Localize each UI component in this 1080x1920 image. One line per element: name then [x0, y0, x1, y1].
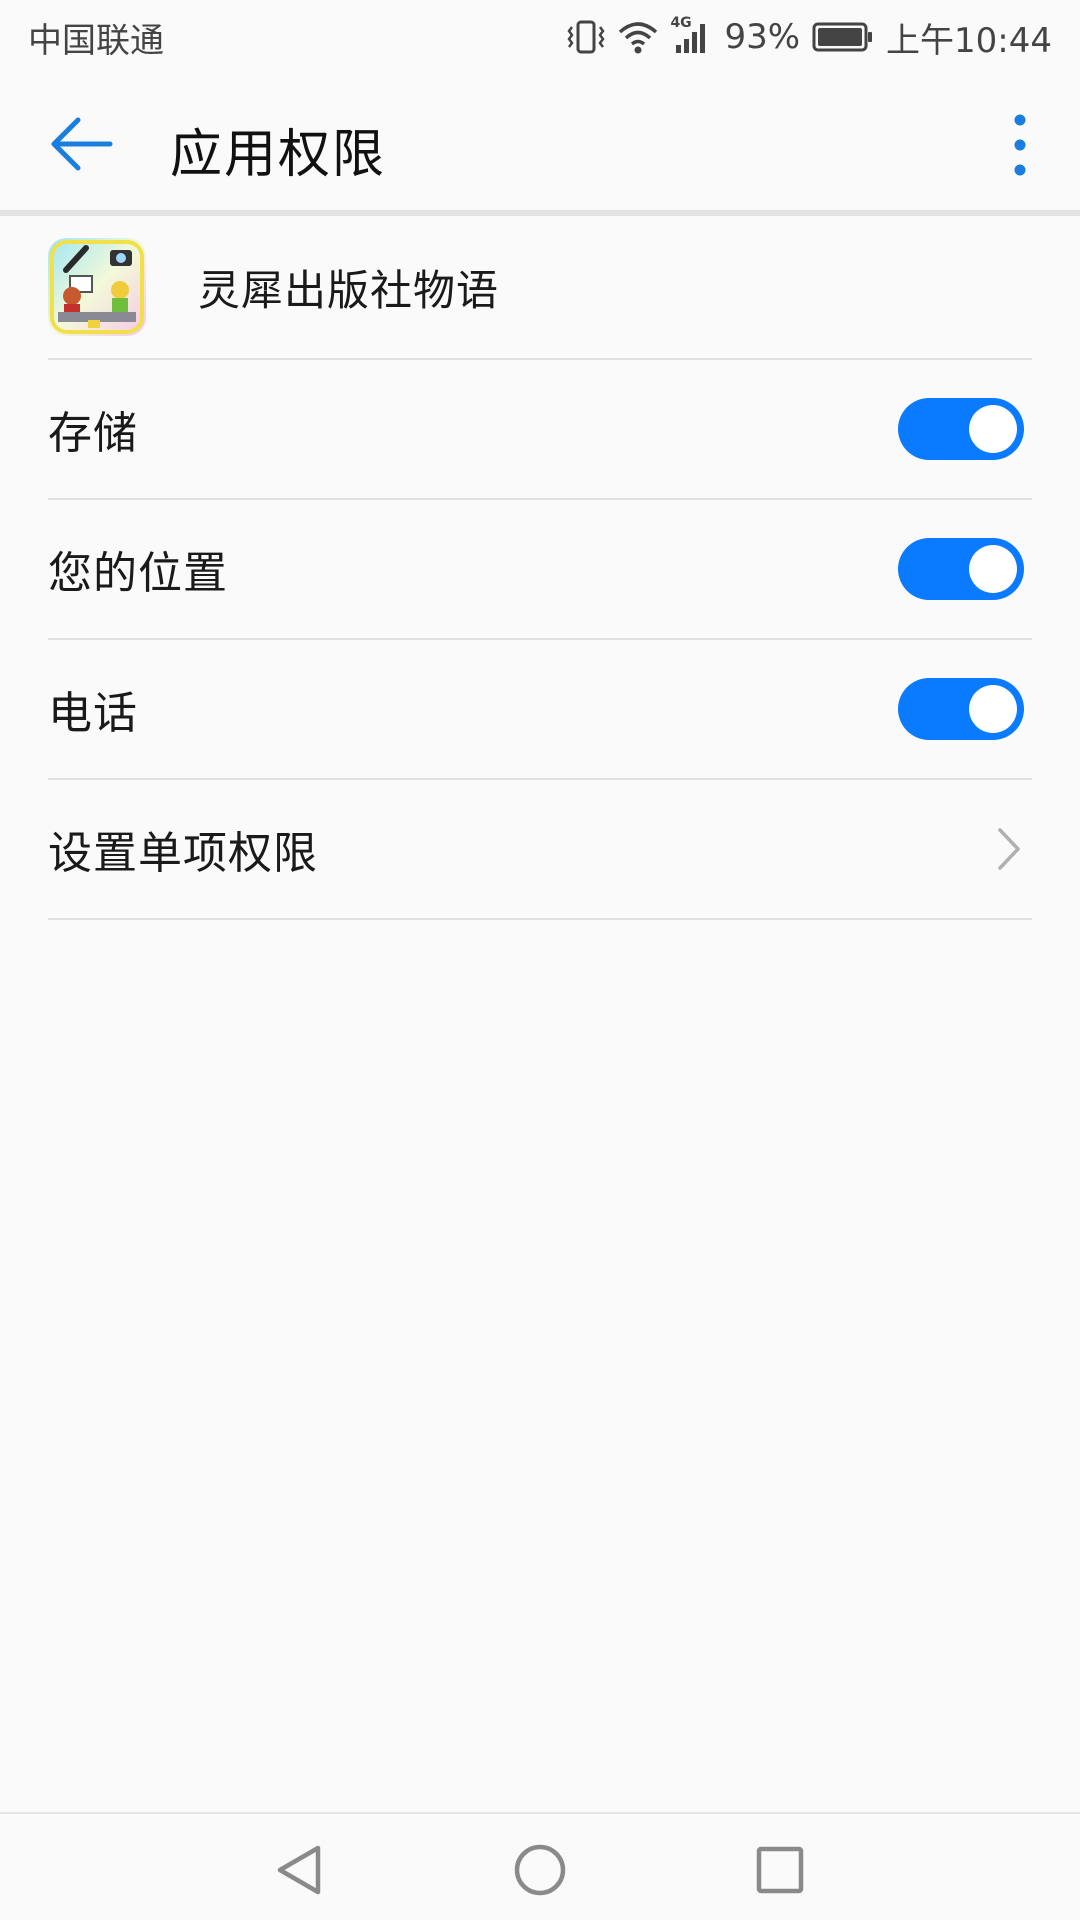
toggle-knob: [969, 545, 1017, 593]
storage-toggle[interactable]: [898, 398, 1024, 460]
nav-back-button[interactable]: [270, 1840, 330, 1900]
wifi-icon: [618, 20, 658, 54]
individual-permissions-label: 设置单项权限: [48, 828, 318, 879]
app-icon: [48, 238, 146, 336]
nav-home-button[interactable]: [510, 1840, 570, 1900]
status-bar: 中国联通 4G 93% 上午10:44: [0, 0, 1080, 74]
location-toggle[interactable]: [898, 538, 1024, 600]
phone-toggle[interactable]: [898, 678, 1024, 740]
back-button[interactable]: [48, 114, 118, 174]
permission-label: 您的位置: [48, 548, 228, 599]
toggle-knob: [969, 405, 1017, 453]
signal-icon: 4G: [670, 15, 712, 55]
carrier-label: 中国联通: [28, 20, 164, 61]
home-circle-icon: [514, 1844, 566, 1896]
app-name: 灵犀出版社物语: [198, 265, 500, 315]
chevron-right-icon: [998, 828, 1020, 870]
nav-recents-button[interactable]: [750, 1840, 810, 1900]
permission-label: 电话: [48, 688, 138, 739]
arrow-left-icon: [51, 117, 113, 171]
app-bar: 应用权限: [0, 74, 1080, 214]
battery-icon: [812, 21, 874, 53]
recents-square-icon: [756, 1846, 804, 1894]
screen: 中国联通 4G 93% 上午10:44 应用权限 灵犀出版社物语 存储 您的位置…: [0, 0, 1080, 1920]
clock: 上午10:44: [886, 20, 1052, 61]
permission-row-storage[interactable]: 存储: [48, 360, 1032, 500]
more-options-button[interactable]: [1000, 112, 1040, 178]
status-icons: 4G 93% 上午10:44: [566, 13, 1052, 62]
permission-label: 存储: [48, 408, 138, 459]
network-type-label: 4G: [670, 15, 692, 31]
app-header: 灵犀出版社物语: [48, 216, 1032, 360]
more-vert-icon: [1014, 114, 1026, 176]
battery-percent: 93%: [724, 17, 801, 57]
back-triangle-icon: [277, 1845, 321, 1895]
page-title: 应用权限: [170, 125, 387, 185]
navigation-bar: [0, 1812, 1080, 1920]
permission-row-location[interactable]: 您的位置: [48, 500, 1032, 640]
toggle-knob: [969, 685, 1017, 733]
individual-permissions-row[interactable]: 设置单项权限: [48, 780, 1032, 920]
permission-row-phone[interactable]: 电话: [48, 640, 1032, 780]
vibrate-icon: [566, 19, 606, 55]
